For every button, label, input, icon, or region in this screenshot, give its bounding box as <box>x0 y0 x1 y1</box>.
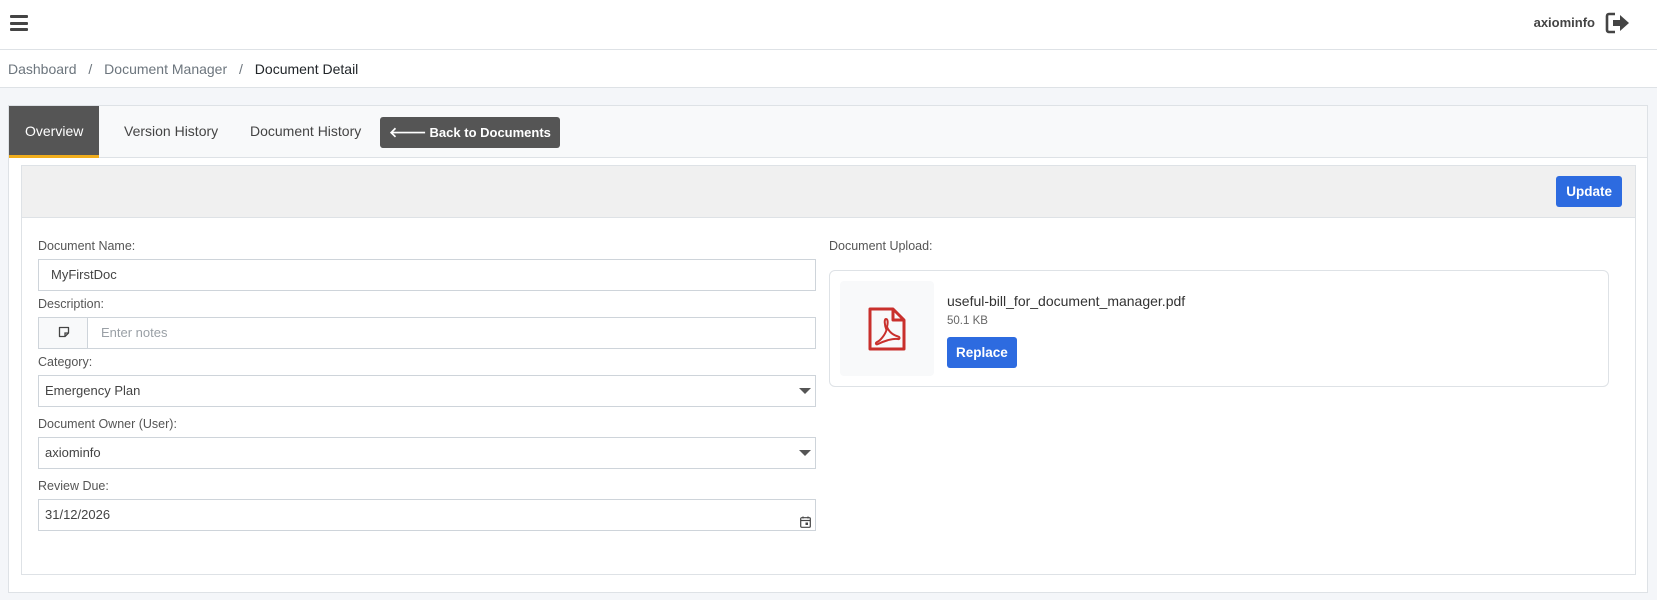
document-name-label: Document Name: <box>38 239 136 253</box>
form-panel: Update Document Name: MyFirstDoc Descrip… <box>21 165 1636 575</box>
breadcrumb: Dashboard / Document Manager / Document … <box>0 50 1657 88</box>
document-owner-label: Document Owner (User): <box>38 417 177 431</box>
breadcrumb-document-manager[interactable]: Document Manager <box>104 61 227 77</box>
category-select[interactable]: Emergency Plan <box>38 375 816 407</box>
breadcrumb-dashboard[interactable]: Dashboard <box>8 61 77 77</box>
breadcrumb-separator: / <box>239 61 243 77</box>
uploaded-file-card: useful-bill_for_document_manager.pdf 50.… <box>829 270 1609 387</box>
form-panel-header: Update <box>22 166 1635 218</box>
tab-document-history[interactable]: Document History <box>234 106 377 158</box>
user-name[interactable]: axiominfo <box>1534 15 1595 30</box>
replace-file-button[interactable]: Replace <box>947 337 1017 368</box>
breadcrumb-separator: / <box>88 61 93 77</box>
category-label: Category: <box>38 355 93 369</box>
chevron-down-icon <box>799 450 811 456</box>
sign-out-icon[interactable] <box>1605 11 1631 35</box>
document-owner-value: axiominfo <box>45 445 101 460</box>
uploaded-file-size: 50.1 KB <box>947 315 988 327</box>
review-due-label: Review Due: <box>38 479 109 493</box>
description-input[interactable]: Enter notes <box>38 317 816 349</box>
arrow-left-icon: 🡐 <box>389 124 427 140</box>
top-navbar: axiominfo <box>0 0 1657 50</box>
tab-version-history[interactable]: Version History <box>108 106 234 158</box>
review-due-date-input[interactable]: 31/12/2026 <box>38 499 816 531</box>
tab-overview[interactable]: Overview <box>9 106 100 158</box>
update-button[interactable]: Update <box>1556 176 1622 207</box>
back-to-documents-button[interactable]: 🡐 Back to Documents <box>380 117 560 148</box>
document-name-input[interactable]: MyFirstDoc <box>38 259 816 291</box>
chevron-down-icon <box>799 388 811 394</box>
description-placeholder: Enter notes <box>101 325 168 340</box>
pdf-file-icon <box>840 281 934 376</box>
calendar-icon[interactable] <box>800 509 811 539</box>
back-to-documents-label: Back to Documents <box>429 125 551 140</box>
note-icon <box>39 318 88 348</box>
uploaded-file-name: useful-bill_for_document_manager.pdf <box>947 293 1186 309</box>
hamburger-icon[interactable] <box>10 15 28 31</box>
tab-bar: Overview Version History Document Histor… <box>9 106 1647 158</box>
document-owner-select[interactable]: axiominfo <box>38 437 816 469</box>
document-detail-card: Overview Version History Document Histor… <box>8 105 1648 593</box>
document-upload-label: Document Upload: <box>829 239 933 253</box>
description-label: Description: <box>38 297 104 311</box>
breadcrumb-current: Document Detail <box>254 61 359 77</box>
category-value: Emergency Plan <box>45 383 141 398</box>
review-due-value: 31/12/2026 <box>45 507 111 522</box>
